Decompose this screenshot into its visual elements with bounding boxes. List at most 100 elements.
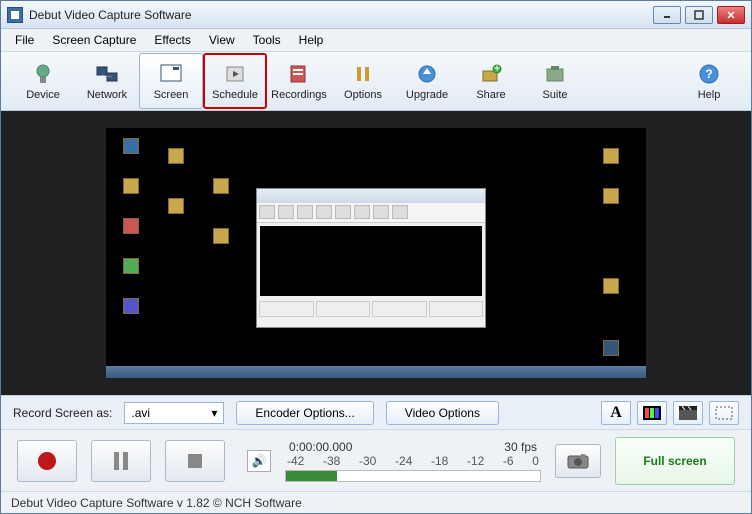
menu-view[interactable]: View <box>201 31 243 49</box>
window-title: Debut Video Capture Software <box>29 8 653 22</box>
volume-button[interactable]: 🔊 <box>247 450 271 472</box>
desktop-icon <box>596 340 626 358</box>
toolbar-screen[interactable]: Screen <box>139 53 203 109</box>
schedule-icon <box>221 61 249 87</box>
encoder-options-label: Encoder Options... <box>255 406 354 420</box>
video-options-label: Video Options <box>405 406 480 420</box>
format-combo[interactable]: .avi ▾ <box>124 402 224 424</box>
app-window: Debut Video Capture Software File Screen… <box>0 0 752 514</box>
level-ticks: -42 -38 -30 -24 -18 -12 -6 0 <box>285 454 541 468</box>
toolbar-suite[interactable]: Suite <box>523 53 587 109</box>
menu-file[interactable]: File <box>7 31 42 49</box>
speaker-icon: 🔊 <box>252 454 267 468</box>
desktop-icon <box>116 138 146 156</box>
desktop-icon <box>206 178 236 196</box>
selection-icon <box>715 406 733 420</box>
text-overlay-button[interactable]: A <box>601 401 631 425</box>
desktop-icon <box>116 258 146 276</box>
clapper-icon <box>679 406 697 420</box>
toolbar-upgrade[interactable]: Upgrade <box>395 53 459 109</box>
toolbar-options[interactable]: Options <box>331 53 395 109</box>
desktop-icon <box>596 148 626 166</box>
options-row: Record Screen as: .avi ▾ Encoder Options… <box>1 395 751 429</box>
toolbar-schedule[interactable]: Schedule <box>203 53 267 109</box>
effects-button[interactable] <box>673 401 703 425</box>
desktop-icon <box>116 218 146 236</box>
video-options-button[interactable]: Video Options <box>386 401 499 425</box>
toolbar-device-label: Device <box>26 89 60 101</box>
desktop-icon <box>206 228 236 246</box>
menu-help[interactable]: Help <box>291 31 332 49</box>
format-value: .avi <box>131 406 150 420</box>
toolbar-help-label: Help <box>698 89 721 101</box>
recordings-icon <box>285 61 313 87</box>
stop-button[interactable] <box>165 440 225 482</box>
desktop-icon <box>596 188 626 206</box>
toolbar: Device Network Screen Schedule Recording… <box>1 51 751 111</box>
fps-display: 30 fps <box>504 440 537 454</box>
upgrade-icon <box>413 61 441 87</box>
suite-icon <box>541 61 569 87</box>
menubar: File Screen Capture Effects View Tools H… <box>1 29 751 51</box>
toolbar-share-label: Share <box>476 89 505 101</box>
network-icon <box>93 61 121 87</box>
desktop-icon <box>116 298 146 316</box>
color-icon <box>643 406 661 420</box>
menu-effects[interactable]: Effects <box>146 31 198 49</box>
toolbar-schedule-label: Schedule <box>212 89 258 101</box>
inner-app-window <box>256 188 486 328</box>
menu-tools[interactable]: Tools <box>245 31 289 49</box>
share-icon: + <box>477 61 505 87</box>
help-icon: ? <box>695 61 723 87</box>
toolbar-share[interactable]: + Share <box>459 53 523 109</box>
fullscreen-button[interactable]: Full screen <box>615 437 735 485</box>
encoder-options-button[interactable]: Encoder Options... <box>236 401 373 425</box>
timeline: 0:00:00.000 30 fps -42 -38 -30 -24 -18 -… <box>285 440 541 482</box>
pause-icon <box>114 452 128 470</box>
preview-area <box>1 111 751 395</box>
toolbar-help[interactable]: ? Help <box>677 53 741 109</box>
toolbar-recordings[interactable]: Recordings <box>267 53 331 109</box>
record-as-label: Record Screen as: <box>13 406 112 420</box>
captured-taskbar <box>106 366 646 378</box>
controls-row: 🔊 0:00:00.000 30 fps -42 -38 -30 -24 -18… <box>1 429 751 491</box>
close-button[interactable] <box>717 6 745 24</box>
toolbar-screen-label: Screen <box>154 89 189 101</box>
desktop-icon <box>116 178 146 196</box>
minimize-button[interactable] <box>653 6 681 24</box>
fullscreen-label: Full screen <box>643 454 706 468</box>
options-icon <box>349 61 377 87</box>
app-icon <box>7 7 23 23</box>
device-icon <box>29 61 57 87</box>
desktop-icon <box>596 278 626 296</box>
record-button[interactable] <box>17 440 77 482</box>
toolbar-upgrade-label: Upgrade <box>406 89 448 101</box>
toolbar-device[interactable]: Device <box>11 53 75 109</box>
record-icon <box>38 452 56 470</box>
timecode: 0:00:00.000 <box>289 440 352 454</box>
svg-text:+: + <box>493 63 500 75</box>
camera-icon <box>567 453 589 469</box>
chevron-down-icon: ▾ <box>211 406 217 420</box>
toolbar-recordings-label: Recordings <box>271 89 327 101</box>
snapshot-button[interactable] <box>555 444 601 478</box>
toolbar-network[interactable]: Network <box>75 53 139 109</box>
menu-screen-capture[interactable]: Screen Capture <box>44 31 144 49</box>
maximize-button[interactable] <box>685 6 713 24</box>
status-text: Debut Video Capture Software v 1.82 © NC… <box>11 496 302 510</box>
selection-button[interactable] <box>709 401 739 425</box>
captured-desktop <box>106 128 646 378</box>
stop-icon <box>188 454 202 468</box>
screen-icon <box>157 61 185 87</box>
toolbar-options-label: Options <box>344 89 382 101</box>
window-buttons <box>653 6 745 24</box>
desktop-icon <box>161 198 191 216</box>
svg-text:?: ? <box>705 67 712 81</box>
color-settings-button[interactable] <box>637 401 667 425</box>
statusbar: Debut Video Capture Software v 1.82 © NC… <box>1 491 751 513</box>
desktop-icon <box>161 148 191 166</box>
toolbar-network-label: Network <box>87 89 127 101</box>
pause-button[interactable] <box>91 440 151 482</box>
toolbar-suite-label: Suite <box>542 89 567 101</box>
level-meter[interactable] <box>285 470 541 482</box>
